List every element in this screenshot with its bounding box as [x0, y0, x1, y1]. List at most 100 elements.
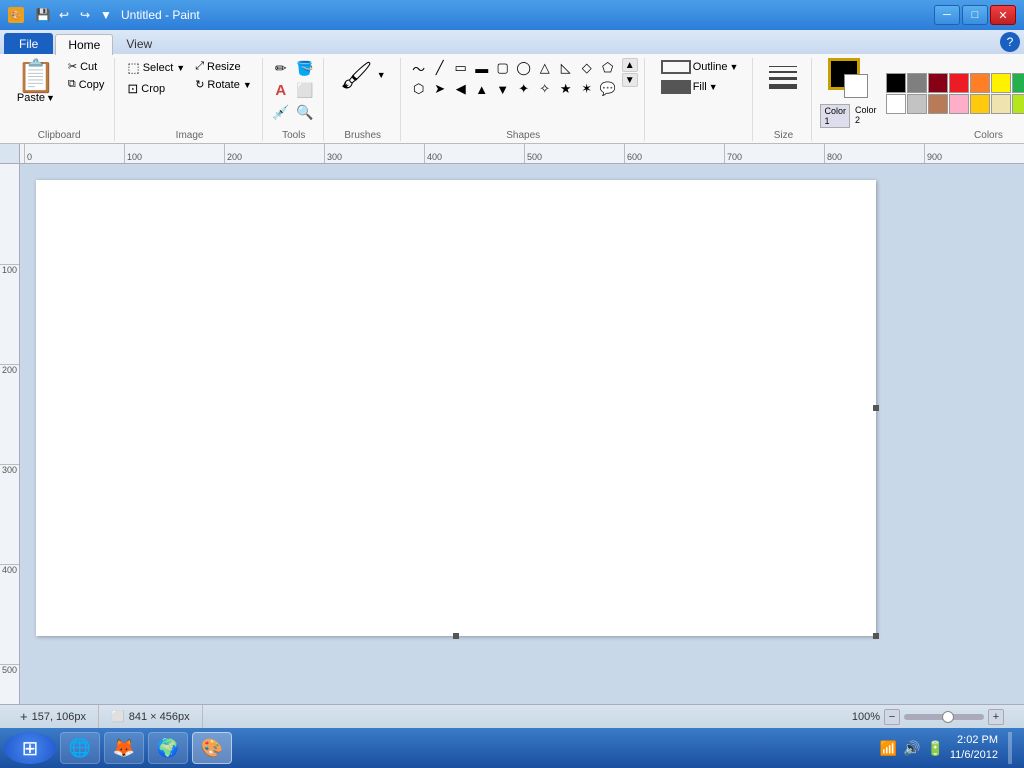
h-ruler: 0100200300400500600700800900	[20, 144, 1024, 164]
shapes-scroll-down[interactable]: ▼	[622, 73, 638, 87]
text-tool[interactable]: A	[271, 80, 291, 100]
size-line-2[interactable]	[769, 71, 797, 73]
palette-color-2[interactable]	[928, 73, 948, 93]
shape-rounded-rect[interactable]: ▢	[493, 58, 513, 78]
v-ruler-tick-100: 100	[0, 264, 19, 275]
shape-line[interactable]: ╱	[430, 58, 450, 78]
main-content: File Home View ? 📋 Paste▼ ✂	[0, 30, 1024, 728]
magnify-tool[interactable]: 🔍	[295, 102, 315, 122]
help-button[interactable]: ?	[1000, 32, 1020, 52]
tray-volume-icon[interactable]: 🔊	[903, 740, 920, 757]
zoom-slider-track[interactable]	[904, 714, 984, 720]
tray-clock[interactable]: 2:02 PM 11/6/2012	[950, 733, 998, 764]
palette-color-0[interactable]	[886, 73, 906, 93]
rotate-button[interactable]: ↻ Rotate ▼	[191, 76, 256, 93]
show-desktop-btn[interactable]	[1008, 732, 1012, 764]
fill-dropdown[interactable]: Fill ▼	[657, 78, 743, 96]
handle-bottom-right[interactable]	[873, 633, 879, 639]
image-content: ⬚ Select ▼ ⊡ Crop ⤢ Resize	[123, 58, 255, 128]
shape-down-arrow[interactable]: ▼	[493, 79, 513, 99]
shape-rect[interactable]: ▭	[451, 58, 471, 78]
close-button[interactable]: ✕	[990, 5, 1016, 25]
shape-right-arrow[interactable]: ➤	[430, 79, 450, 99]
size-line-1[interactable]	[769, 66, 797, 67]
save-quick-btn[interactable]: 💾	[34, 6, 52, 24]
redo-quick-btn[interactable]: ↪	[76, 6, 94, 24]
palette-color-15[interactable]	[991, 94, 1011, 114]
shape-triangle[interactable]: △	[535, 58, 555, 78]
paste-button[interactable]: 📋 Paste▼	[10, 58, 62, 106]
zoom-in-btn[interactable]: +	[988, 709, 1004, 725]
taskbar-firefox[interactable]: 🦊	[104, 732, 144, 764]
palette-color-12[interactable]	[928, 94, 948, 114]
color-pick-tool[interactable]: 💉	[271, 102, 291, 122]
tools-label: Tools	[282, 128, 305, 141]
outline-preview	[661, 60, 691, 74]
color-palette-container	[886, 73, 1024, 114]
eraser-tool[interactable]: ⬜	[295, 80, 315, 100]
shape-star4[interactable]: ✧	[535, 79, 555, 99]
palette-color-13[interactable]	[949, 94, 969, 114]
shape-callout[interactable]: 💬	[598, 79, 618, 99]
ie-icon: 🌐	[69, 738, 91, 759]
canvas-paper[interactable]	[36, 180, 876, 636]
tray-battery-icon[interactable]: 🔋	[926, 740, 943, 757]
size-line-3[interactable]	[769, 77, 797, 80]
dimensions-icon: ⬜	[111, 710, 125, 723]
tab-view[interactable]: View	[113, 33, 165, 54]
taskbar-ie[interactable]: 🌐	[60, 732, 100, 764]
zoom-slider-thumb[interactable]	[942, 711, 954, 723]
palette-color-11[interactable]	[907, 94, 927, 114]
shape-4-arrow[interactable]: ✦	[514, 79, 534, 99]
brushes-button[interactable]: 🖌 ▼	[332, 58, 394, 92]
shape-diamond[interactable]: ◇	[577, 58, 597, 78]
select-button[interactable]: ⬚ Select ▼	[123, 58, 189, 78]
shape-hex[interactable]: ⬡	[409, 79, 429, 99]
copy-button[interactable]: ⧉ Copy	[64, 76, 109, 93]
shape-up-arrow[interactable]: ▲	[472, 79, 492, 99]
maximize-button[interactable]: □	[962, 5, 988, 25]
palette-color-4[interactable]	[970, 73, 990, 93]
tab-home[interactable]: Home	[55, 34, 113, 55]
shape-left-arrow[interactable]: ◀	[451, 79, 471, 99]
shapes-scroll-up[interactable]: ▲	[622, 58, 638, 72]
size-label: Size	[774, 128, 793, 141]
shape-star5[interactable]: ★	[556, 79, 576, 99]
shape-pentagon[interactable]: ⬠	[598, 58, 618, 78]
taskbar-paint[interactable]: 🎨	[192, 732, 232, 764]
palette-color-10[interactable]	[886, 94, 906, 114]
shape-star6[interactable]: ✶	[577, 79, 597, 99]
shape-rect2[interactable]: ▬	[472, 58, 492, 78]
minimize-button[interactable]: ─	[934, 5, 960, 25]
crop-button[interactable]: ⊡ Crop	[123, 79, 189, 99]
pencil-tool[interactable]: ✏	[271, 58, 291, 78]
taskbar-browser2[interactable]: 🌍	[148, 732, 188, 764]
shape-freehand[interactable]: 〜	[409, 58, 429, 78]
cut-button[interactable]: ✂ Cut	[64, 58, 109, 75]
size-line-4[interactable]	[769, 84, 797, 89]
size-preview	[761, 58, 805, 97]
color2-tab[interactable]: Color 2	[852, 104, 880, 128]
shape-right-tri[interactable]: ◺	[556, 58, 576, 78]
palette-color-1[interactable]	[907, 73, 927, 93]
resize-button[interactable]: ⤢ Resize	[191, 58, 256, 75]
color1-tab[interactable]: Color 1	[820, 104, 850, 128]
palette-color-14[interactable]	[970, 94, 990, 114]
handle-right-center[interactable]	[873, 405, 879, 411]
palette-color-3[interactable]	[949, 73, 969, 93]
shape-ellipse[interactable]: ◯	[514, 58, 534, 78]
zoom-out-btn[interactable]: −	[884, 709, 900, 725]
palette-color-5[interactable]	[991, 73, 1011, 93]
outline-dropdown[interactable]: Outline ▼	[657, 58, 743, 76]
palette-color-6[interactable]	[1012, 73, 1024, 93]
fill-tool[interactable]: 🪣	[295, 58, 315, 78]
handle-bottom-center[interactable]	[453, 633, 459, 639]
palette-color-16[interactable]	[1012, 94, 1024, 114]
tab-file[interactable]: File	[4, 33, 53, 54]
start-button[interactable]: ⊞	[4, 732, 56, 764]
canvas-scroll-area[interactable]	[20, 164, 1024, 704]
color2-box[interactable]	[844, 74, 868, 98]
customize-quick-btn[interactable]: ▼	[97, 6, 115, 24]
undo-quick-btn[interactable]: ↩	[55, 6, 73, 24]
tray-network-icon[interactable]: 📶	[880, 740, 897, 757]
